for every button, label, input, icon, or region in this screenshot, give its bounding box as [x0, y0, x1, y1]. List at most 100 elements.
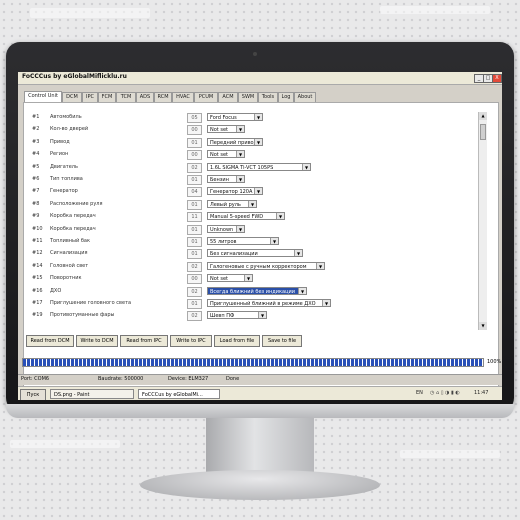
- row-value: Левый руль: [210, 201, 241, 208]
- start-button[interactable]: Пуск: [20, 389, 46, 400]
- row-value-select[interactable]: Not set ▼: [207, 125, 245, 134]
- row-value-select[interactable]: Manual 5-speed FWD ▼: [207, 212, 285, 221]
- chevron-down-icon[interactable]: ▼: [254, 138, 262, 145]
- status-device: Device: ELM327: [168, 376, 209, 382]
- row-label: Коробка передач: [50, 213, 96, 220]
- write-to-ipc-button[interactable]: Write to IPC: [170, 335, 212, 347]
- tab-ipc[interactable]: IPC: [82, 92, 98, 102]
- row-value-select[interactable]: Not set ▼: [207, 274, 253, 283]
- row-value-select[interactable]: Галогеновые с ручным корректором ▼: [207, 261, 325, 270]
- config-row: #16 ДХО 02 Всегда ближний без индикации ▼: [32, 286, 472, 298]
- scroll-up-icon[interactable]: ▲: [479, 112, 487, 120]
- tab-dcm[interactable]: DCM: [62, 92, 82, 102]
- scroll-thumb[interactable]: [480, 124, 486, 140]
- row-value-select[interactable]: 1.6L SIGMA Ti-VCT 105PS ▼: [207, 162, 311, 171]
- chevron-down-icon[interactable]: ▼: [254, 188, 262, 195]
- tab-tools[interactable]: Tools: [258, 92, 278, 102]
- row-value-select[interactable]: Левый руль ▼: [207, 199, 257, 208]
- row-code: 00: [187, 274, 202, 285]
- chevron-down-icon[interactable]: ▼: [294, 250, 302, 257]
- row-value: Manual 5-speed FWD: [210, 214, 264, 221]
- tab-pcum[interactable]: PCUM: [194, 92, 218, 102]
- row-label: Головной свет: [50, 262, 89, 269]
- read-from-dcm-button[interactable]: Read from DCM: [26, 335, 74, 347]
- close-button[interactable]: X: [492, 74, 502, 83]
- app-screen: FoCCCus by eGlobalMiflicklu.ru _ □ X Con…: [18, 72, 502, 400]
- row-value-select[interactable]: Без сигнализации ▼: [207, 249, 303, 258]
- tab-about[interactable]: About: [294, 92, 316, 102]
- chevron-down-icon[interactable]: ▼: [322, 300, 330, 306]
- row-code: 01: [187, 299, 202, 309]
- row-value: Unknown: [210, 226, 234, 233]
- write-to-dcm-button[interactable]: Write to DCM: [76, 335, 118, 347]
- row-value-select[interactable]: Бензин ▼: [207, 175, 245, 183]
- progress-label: 100%: [487, 359, 502, 365]
- row-label: Приглушение головного света: [50, 300, 132, 306]
- chevron-down-icon[interactable]: ▼: [248, 200, 256, 207]
- row-value-select[interactable]: Unknown ▼: [207, 224, 245, 233]
- row-label: Двигатель: [50, 163, 78, 170]
- save-to-file-button[interactable]: Save to file: [262, 335, 302, 347]
- row-number: #2: [32, 126, 40, 133]
- status-state: Done: [226, 376, 240, 382]
- chevron-down-icon[interactable]: ▼: [254, 114, 262, 120]
- tab-control-unit[interactable]: Control Unit: [24, 91, 62, 102]
- chevron-down-icon[interactable]: ▼: [276, 213, 284, 220]
- chevron-down-icon[interactable]: ▼: [236, 176, 244, 182]
- config-row: #12 Сигнализация 01 Без сигнализации ▼: [32, 248, 472, 260]
- row-value-select[interactable]: Генератор 120А ▼: [207, 187, 263, 196]
- row-value: Без сигнализации: [210, 251, 258, 258]
- load-from-file-button[interactable]: Load from file: [214, 335, 260, 347]
- read-from-ipc-button[interactable]: Read from IPC: [120, 335, 168, 347]
- language-indicator[interactable]: EN: [416, 390, 423, 396]
- chevron-down-icon[interactable]: ▼: [316, 262, 324, 269]
- row-number: #19: [32, 312, 43, 319]
- tab-hvac[interactable]: HVAC: [172, 92, 194, 102]
- taskbar-item-foccus[interactable]: FoCCCus by eGlobalMi...: [138, 389, 220, 399]
- row-label: Автомобиль: [50, 114, 82, 120]
- row-value-select[interactable]: Передний привод ▼: [207, 137, 263, 146]
- chevron-down-icon[interactable]: ▼: [236, 225, 244, 232]
- tab-ads[interactable]: ADS: [136, 92, 154, 102]
- tab-acm[interactable]: ACM: [218, 92, 238, 102]
- row-number: #15: [32, 275, 43, 282]
- status-baudrate: Baudrate: 500000: [98, 376, 144, 382]
- status-port: Port: COM6: [21, 376, 50, 382]
- config-row: #2 Кол-во дверей 00 Not set ▼: [32, 124, 472, 136]
- chevron-down-icon[interactable]: ▼: [236, 126, 244, 133]
- row-label: Кол-во дверей: [50, 126, 89, 133]
- tab-tcm[interactable]: TCM: [116, 92, 136, 102]
- chevron-down-icon[interactable]: ▼: [302, 163, 310, 170]
- row-label: Топливный бак: [50, 238, 90, 244]
- row-value-select[interactable]: Всегда ближний без индикации ▼: [207, 286, 307, 295]
- row-value: Not set: [210, 152, 228, 159]
- background-decoration: [380, 6, 490, 14]
- row-number: #14: [32, 262, 43, 269]
- chevron-down-icon[interactable]: ▼: [298, 287, 306, 294]
- camera-icon: [253, 52, 257, 56]
- chevron-down-icon[interactable]: ▼: [244, 275, 252, 282]
- tab-log[interactable]: Log: [278, 92, 294, 102]
- config-row: #8 Расположение руля 01 Левый руль ▼: [32, 199, 472, 211]
- scroll-down-icon[interactable]: ▼: [479, 322, 487, 330]
- row-value-select[interactable]: 55 литров ▼: [207, 237, 279, 245]
- config-row: #19 Противотуманные фары 02 Шевп ПФ ▼: [32, 310, 472, 322]
- row-value-select[interactable]: Not set ▼: [207, 150, 245, 159]
- config-row: #17 Приглушение головного света 01 Приглуше…: [32, 298, 472, 310]
- row-value: Not set: [210, 127, 228, 134]
- tab-fcm[interactable]: FCM: [98, 92, 116, 102]
- row-value: Not set: [210, 276, 228, 283]
- row-value-select[interactable]: Ford Focus ▼: [207, 113, 263, 121]
- row-value: Бензин: [210, 177, 229, 183]
- tab-rcm[interactable]: RCM: [154, 92, 172, 102]
- tab-swm[interactable]: SWM: [238, 92, 258, 102]
- taskbar-item-paint[interactable]: DS.png - Paint: [50, 389, 134, 399]
- chevron-down-icon[interactable]: ▼: [258, 312, 266, 319]
- row-value-select[interactable]: Приглушенный ближний в режиме ДХО ▼: [207, 299, 331, 307]
- row-number: #3: [32, 138, 40, 145]
- chevron-down-icon[interactable]: ▼: [270, 238, 278, 244]
- vertical-scrollbar[interactable]: ▲ ▼: [478, 112, 487, 330]
- background-decoration: [400, 450, 500, 458]
- row-value-select[interactable]: Шевп ПФ ▼: [207, 311, 267, 320]
- chevron-down-icon[interactable]: ▼: [236, 151, 244, 158]
